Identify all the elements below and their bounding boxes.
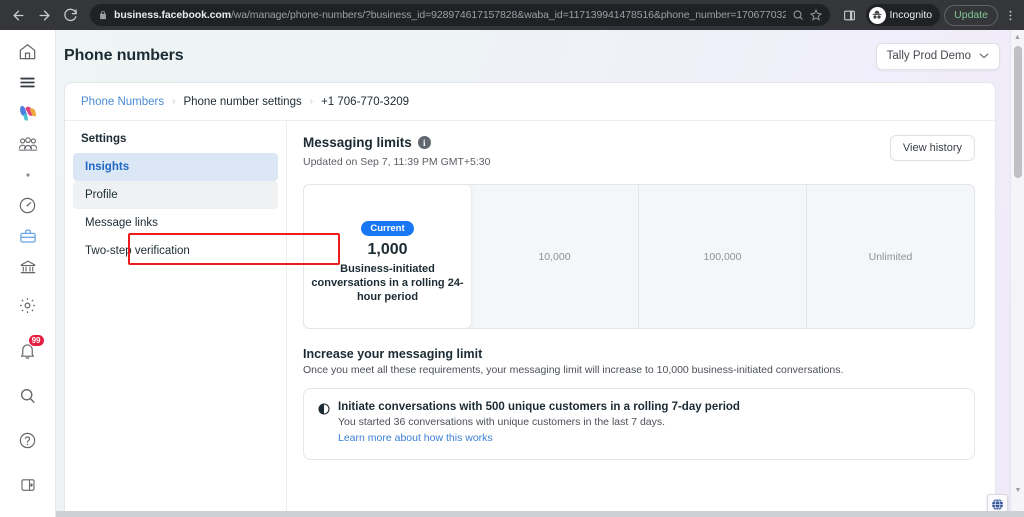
messaging-limits-title: Messaging limits bbox=[303, 135, 412, 150]
breadcrumb: Phone Numbers › Phone number settings › … bbox=[65, 83, 995, 121]
settings-heading: Settings bbox=[81, 133, 127, 145]
insights-panel: Messaging limits i Updated on Sep 7, 11:… bbox=[287, 121, 995, 516]
chrome-right-actions: Incognito Update bbox=[838, 3, 1018, 27]
breadcrumb-separator: › bbox=[172, 96, 176, 107]
sidebar-item-insights[interactable]: Insights bbox=[73, 153, 278, 181]
status-badge: Current bbox=[361, 221, 414, 236]
tier-current[interactable]: Current 1,000 Business-initiated convers… bbox=[304, 185, 471, 328]
incognito-label: Incognito bbox=[889, 9, 933, 21]
requirement-text-block: Initiate conversations with 500 unique c… bbox=[338, 401, 740, 445]
bell-icon[interactable]: 99 bbox=[10, 333, 46, 367]
chevron-down-icon bbox=[979, 50, 989, 62]
url-text: business.facebook.com/wa/manage/phone-nu… bbox=[114, 9, 786, 21]
breadcrumb-item-phone-numbers[interactable]: Phone Numbers bbox=[81, 96, 164, 108]
breadcrumb-separator: › bbox=[309, 96, 314, 107]
increase-limit-title: Increase your messaging limit bbox=[303, 347, 483, 361]
messaging-limits-title-block: Messaging limits i Updated on Sep 7, 11:… bbox=[303, 135, 490, 168]
sidebar-item-profile[interactable]: Profile bbox=[73, 181, 278, 209]
breadcrumb-item-current: +1 706-770-3209 bbox=[321, 95, 410, 108]
update-button[interactable]: Update bbox=[944, 4, 998, 26]
sidebar-item-two-step-verification[interactable]: Two-step verification bbox=[73, 237, 278, 265]
requirement-card: Initiate conversations with 500 unique c… bbox=[303, 388, 975, 460]
account-switcher[interactable]: Tally Prod Demo bbox=[875, 42, 1000, 70]
rail-bottom-group: 99 bbox=[10, 288, 46, 517]
content-card: Phone Numbers › Phone number settings › … bbox=[64, 82, 996, 517]
hamburger-menu-icon[interactable] bbox=[10, 73, 46, 93]
briefcase-icon[interactable] bbox=[10, 227, 46, 247]
tier-unlimited[interactable]: Unlimited bbox=[807, 185, 974, 328]
notification-badge: 99 bbox=[27, 334, 45, 348]
tier-100000[interactable]: 100,000 bbox=[639, 185, 807, 328]
requirement-title: Initiate conversations with 500 unique c… bbox=[338, 401, 740, 413]
main-column: Phone numbers Tally Prod Demo Phone Numb… bbox=[56, 30, 1024, 517]
bank-icon[interactable] bbox=[10, 257, 46, 277]
increase-limit-subtitle: Once you meet all these requirements, yo… bbox=[303, 364, 844, 376]
meta-logo-icon[interactable] bbox=[10, 103, 46, 123]
requirement-subtitle: You started 36 conversations with unique… bbox=[338, 416, 666, 428]
page-header: Phone numbers Tally Prod Demo bbox=[56, 30, 1024, 82]
address-bar[interactable]: business.facebook.com/wa/manage/phone-nu… bbox=[90, 4, 830, 26]
back-arrow-icon[interactable] bbox=[6, 3, 30, 27]
sidebar-item-message-links[interactable]: Message links bbox=[73, 209, 278, 237]
breadcrumb-item-phone-number-settings[interactable]: Phone number settings bbox=[183, 96, 301, 108]
learn-more-link[interactable]: Learn more about how this works bbox=[338, 432, 493, 444]
page-title: Phone numbers bbox=[64, 47, 184, 64]
card-body: Settings Insights Profile Message links … bbox=[65, 121, 995, 516]
dot-icon bbox=[10, 165, 46, 185]
scrollbar-down-arrow[interactable]: ▼ bbox=[1011, 483, 1024, 497]
half-filled-circle-icon bbox=[318, 402, 330, 445]
side-panel-icon[interactable] bbox=[838, 3, 862, 27]
tier-description: Business-initiated conversations in a ro… bbox=[311, 263, 464, 303]
messaging-limits-updated: Updated on Sep 7, 11:39 PM GMT+5:30 bbox=[303, 156, 491, 168]
messaging-limits-header: Messaging limits i Updated on Sep 7, 11:… bbox=[303, 135, 975, 168]
collapse-panel-icon[interactable] bbox=[10, 468, 46, 502]
lock-icon bbox=[98, 10, 108, 20]
scrollbar-up-arrow[interactable]: ▲ bbox=[1011, 30, 1024, 44]
people-group-icon[interactable] bbox=[10, 134, 46, 154]
scrollbar-thumb[interactable] bbox=[1014, 46, 1022, 178]
settings-nav: Settings Insights Profile Message links … bbox=[65, 121, 287, 516]
window-bottom-strip bbox=[56, 511, 1024, 517]
browser-toolbar: business.facebook.com/wa/manage/phone-nu… bbox=[0, 0, 1024, 30]
question-circle-icon[interactable] bbox=[10, 423, 46, 457]
reload-icon[interactable] bbox=[58, 3, 82, 27]
incognito-profile-button[interactable]: Incognito bbox=[865, 4, 941, 26]
info-icon[interactable]: i bbox=[417, 136, 431, 149]
forward-arrow-icon[interactable] bbox=[32, 3, 56, 27]
gear-icon[interactable] bbox=[10, 288, 46, 322]
home-icon[interactable] bbox=[10, 42, 46, 62]
tier-10000[interactable]: 10,000 bbox=[471, 185, 639, 328]
incognito-avatar-icon bbox=[868, 6, 886, 24]
messaging-limit-tiers: Current 1,000 Business-initiated convers… bbox=[303, 184, 975, 329]
account-name: Tally Prod Demo bbox=[886, 50, 971, 62]
view-history-button[interactable]: View history bbox=[889, 135, 975, 161]
three-dot-menu-icon[interactable] bbox=[1002, 9, 1018, 22]
global-nav-rail: 99 bbox=[0, 30, 56, 517]
search-icon[interactable] bbox=[10, 378, 46, 412]
tier-value: 1,000 bbox=[367, 241, 408, 258]
messaging-limits-title-row: Messaging limits i bbox=[303, 135, 490, 150]
page-scrollbar[interactable]: ▲ ▼ bbox=[1010, 30, 1024, 517]
star-icon[interactable] bbox=[809, 9, 822, 21]
search-magnifier-icon[interactable] bbox=[792, 9, 804, 21]
speedometer-icon[interactable] bbox=[10, 196, 46, 216]
page-viewport: 99 Phone numbers Tally Prod Demo Phone N… bbox=[0, 30, 1024, 517]
